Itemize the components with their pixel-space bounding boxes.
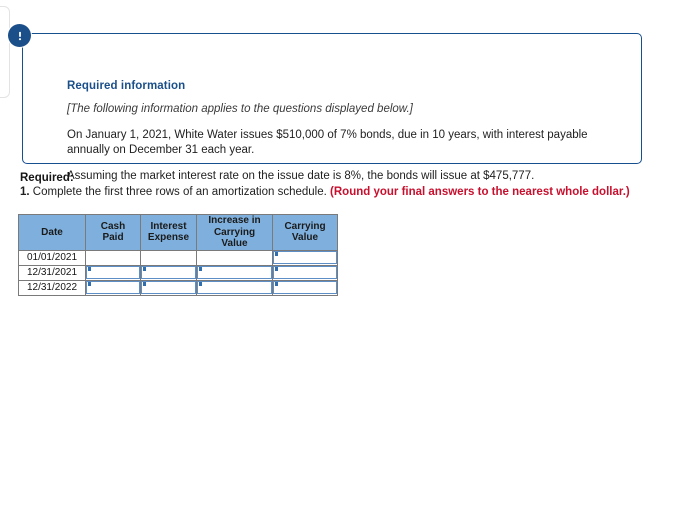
column-header-cash-paid: Cash Paid	[85, 214, 141, 251]
question-text: Complete the first three rows of an amor…	[32, 186, 327, 198]
column-header-date-line1: Date	[41, 226, 63, 238]
callout-paragraph-1: On January 1, 2021, White Water issues $…	[67, 129, 588, 156]
cash-paid-cell[interactable]	[85, 279, 141, 296]
interest-expense-cell[interactable]	[140, 279, 197, 296]
callout-content: Required information [The following info…	[67, 80, 627, 184]
cash-paid-input[interactable]	[86, 281, 140, 294]
question-line: 1. Complete the first three rows of an a…	[20, 186, 660, 198]
column-header-date: Date	[18, 214, 86, 251]
row-date-cell: 12/31/2022	[18, 279, 86, 296]
carrying-value-cell[interactable]	[272, 264, 338, 281]
increase-carrying-value-cell[interactable]	[196, 264, 273, 281]
carrying-value-cell[interactable]	[272, 249, 338, 266]
required-label: Required:	[20, 172, 74, 184]
column-header-increase-line1: Increase in	[208, 215, 261, 226]
column-header-interest-expense: Interest Expense	[140, 214, 197, 251]
interest-expense-input[interactable]	[141, 266, 196, 279]
row-date-cell: 01/01/2021	[18, 249, 86, 266]
increase-carrying-value-cell-empty	[196, 249, 273, 266]
table-header-row: Date Cash Paid Interest Expense Increase…	[18, 214, 338, 251]
table-row: 12/31/2021	[18, 264, 338, 281]
increase-carrying-value-cell[interactable]	[196, 279, 273, 296]
callout-subtitle: [The following information applies to th…	[67, 103, 413, 115]
exclamation-icon	[8, 24, 31, 47]
cash-paid-cell-empty	[85, 249, 141, 266]
carrying-value-input[interactable]	[273, 281, 337, 294]
increase-carrying-value-input[interactable]	[197, 266, 272, 279]
carrying-value-cell[interactable]	[272, 279, 338, 296]
column-header-carrying-line2: Value	[291, 232, 319, 244]
interest-expense-input[interactable]	[141, 281, 196, 294]
column-header-carrying-line1: Carrying	[284, 220, 326, 232]
table-row: 01/01/2021	[18, 249, 338, 266]
column-header-increase-line2: Carrying Value	[213, 226, 256, 250]
column-header-cash-paid-line1: Cash Paid	[100, 220, 126, 244]
cash-paid-input[interactable]	[86, 266, 140, 279]
cash-paid-cell[interactable]	[85, 264, 141, 281]
rounding-note: (Round your final answers to the nearest…	[330, 186, 630, 198]
required-information-callout: Required information [The following info…	[22, 33, 642, 182]
column-header-increase-in-carrying-value: Increase in Carrying Value	[196, 214, 273, 251]
row-date-cell: 12/31/2021	[18, 264, 86, 281]
background-panel-edge	[0, 6, 10, 98]
increase-carrying-value-input[interactable]	[197, 281, 272, 294]
column-header-carrying-value: Carrying Value	[272, 214, 338, 251]
carrying-value-input[interactable]	[273, 251, 337, 264]
interest-expense-cell-empty	[140, 249, 197, 266]
table-row: 12/31/2022	[18, 279, 338, 296]
amortization-schedule-table: Date Cash Paid Interest Expense Increase…	[18, 214, 338, 296]
carrying-value-input[interactable]	[273, 266, 337, 279]
column-header-interest-expense-line1: Interest	[150, 220, 187, 232]
question-prompt: Required: 1. Complete the first three ro…	[20, 172, 660, 198]
question-number: 1.	[20, 186, 30, 198]
interest-expense-cell[interactable]	[140, 264, 197, 281]
column-header-interest-expense-line2: Expense	[147, 232, 190, 244]
callout-title: Required information	[67, 80, 186, 92]
